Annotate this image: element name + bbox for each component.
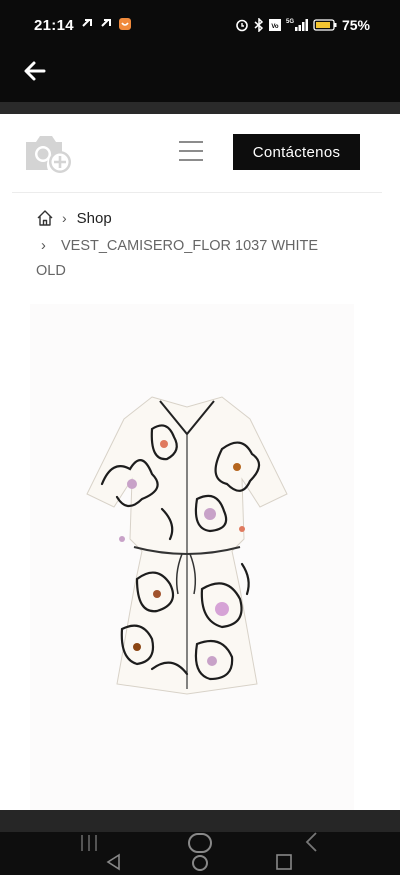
status-bar: 21:14 Vo 5G 75% bbox=[0, 0, 400, 50]
chevron-right-icon: › bbox=[41, 238, 46, 254]
system-nav-bar bbox=[0, 810, 400, 875]
back-chevron-icon[interactable] bbox=[302, 830, 322, 854]
breadcrumb-current: VEST_CAMISERO_FLOR 1037 WHITE OLD bbox=[36, 238, 319, 279]
home-pill-icon[interactable] bbox=[186, 832, 214, 872]
contact-button[interactable]: Contáctenos bbox=[233, 134, 360, 170]
link-icon bbox=[101, 19, 111, 27]
status-time: 21:14 bbox=[34, 17, 74, 34]
chevron-right-icon: › bbox=[62, 210, 67, 226]
battery-percent: 75% bbox=[341, 17, 370, 33]
nav-bar-top-band bbox=[0, 810, 400, 832]
breadcrumb-shop[interactable]: Shop bbox=[77, 210, 112, 227]
product-image-area[interactable] bbox=[30, 304, 354, 810]
svg-text:Vo: Vo bbox=[271, 24, 279, 30]
camera-plus-icon[interactable] bbox=[22, 130, 74, 174]
svg-text:5G: 5G bbox=[286, 19, 294, 25]
status-right-icons: Vo 5G 75% bbox=[235, 17, 370, 33]
web-page: Contáctenos › Shop › VEST_CAMISERO_FLOR 1… bbox=[0, 114, 400, 810]
signal-icon: 5G bbox=[286, 19, 308, 31]
hamburger-icon[interactable] bbox=[178, 140, 204, 162]
home-icon[interactable] bbox=[36, 209, 54, 227]
battery-icon bbox=[313, 19, 337, 31]
breadcrumb: › Shop › VEST_CAMISERO_FLOR 1037 WHITE OL… bbox=[36, 208, 336, 284]
bluetooth-icon bbox=[254, 18, 264, 32]
arrow-left-icon[interactable] bbox=[22, 58, 48, 84]
back-triangle-icon[interactable] bbox=[104, 852, 124, 872]
site-header: Contáctenos bbox=[0, 114, 400, 192]
status-left-icons bbox=[80, 17, 132, 31]
volte-icon: Vo bbox=[268, 19, 281, 31]
floral-shirt-dress-image[interactable] bbox=[82, 389, 292, 699]
recents-icon[interactable] bbox=[78, 832, 100, 854]
link-icon bbox=[82, 19, 92, 27]
app-badge-icon bbox=[119, 18, 131, 30]
app-bar bbox=[0, 50, 400, 102]
header-divider bbox=[12, 192, 382, 193]
square-icon[interactable] bbox=[274, 852, 294, 872]
app-bar-divider bbox=[0, 102, 400, 114]
alarm-icon bbox=[236, 19, 248, 32]
